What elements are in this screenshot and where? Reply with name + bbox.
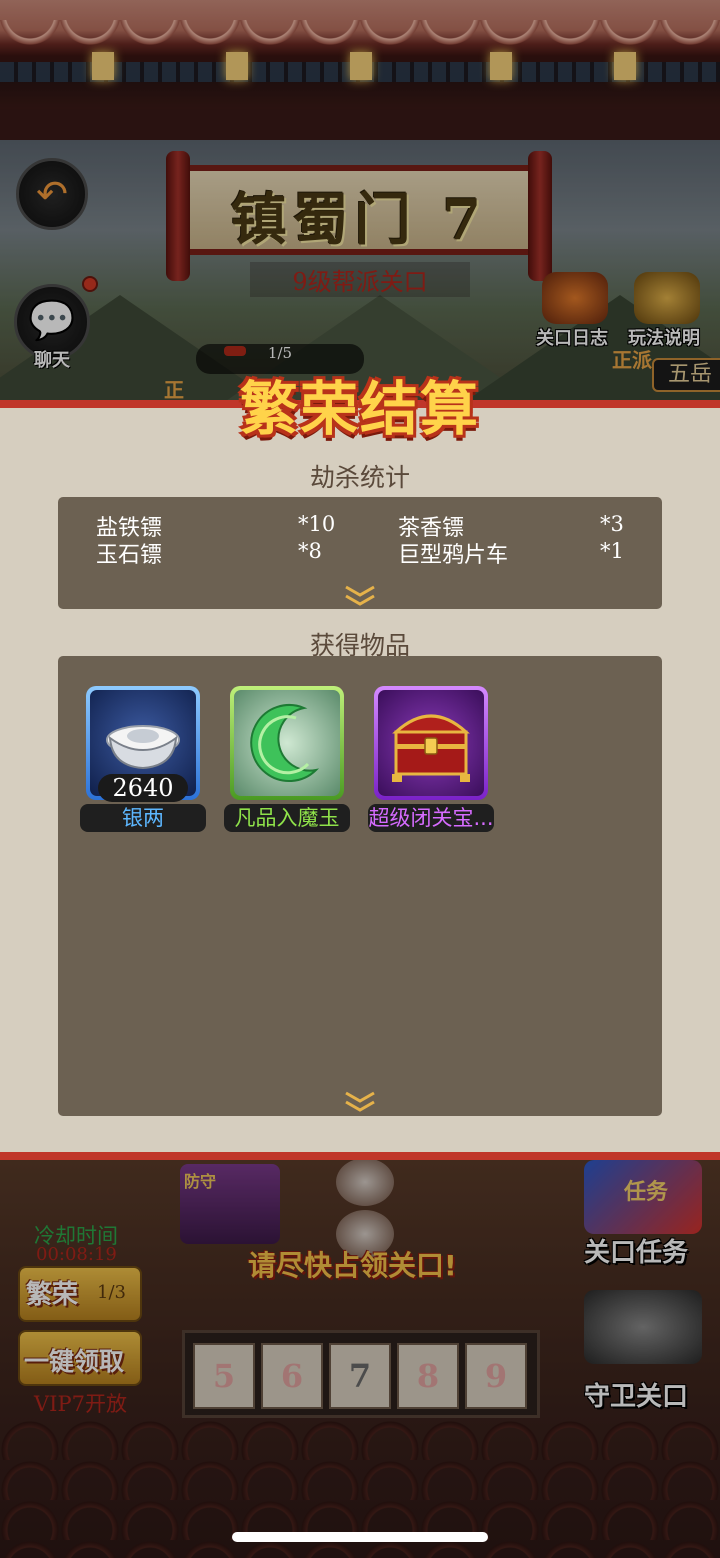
reward-item[interactable]: 2640 银两	[80, 686, 206, 836]
item-name: 超级闭关宝...	[368, 804, 494, 832]
double-chevron-down-icon	[345, 585, 375, 606]
item-frame-green	[230, 686, 344, 800]
treasure-chest-graphic	[392, 714, 470, 782]
robbery-stat-count: *8	[298, 539, 322, 563]
home-indicator[interactable]	[232, 1532, 488, 1542]
robbery-stat-count: *10	[298, 512, 336, 536]
robbery-stat-name: 巨型鸦片车	[398, 543, 509, 568]
expand-chevron-icon[interactable]	[340, 584, 380, 608]
robbery-stat-count: *3	[600, 512, 624, 536]
double-chevron-down-icon	[345, 1091, 375, 1112]
robbery-section-title: 劫杀统计	[309, 463, 410, 492]
treasure-chest-icon	[378, 690, 484, 796]
robbery-stat-count: *1	[600, 539, 624, 563]
item-frame-purple	[374, 686, 488, 800]
robbery-stat-name: 玉石镖	[96, 543, 163, 568]
item-name: 凡品入魔玉	[224, 804, 350, 832]
reward-item[interactable]: 超级闭关宝...	[368, 686, 494, 836]
expand-chevron-icon[interactable]	[340, 1090, 380, 1114]
crescent-jade-graphic	[250, 704, 320, 783]
dialog-title: 繁荣结算	[239, 375, 480, 443]
green-moon-jade-icon	[234, 690, 340, 796]
item-name: 银两	[80, 804, 206, 832]
item-quantity: 2640	[98, 774, 188, 802]
reward-item[interactable]: 凡品入魔玉	[224, 686, 350, 836]
